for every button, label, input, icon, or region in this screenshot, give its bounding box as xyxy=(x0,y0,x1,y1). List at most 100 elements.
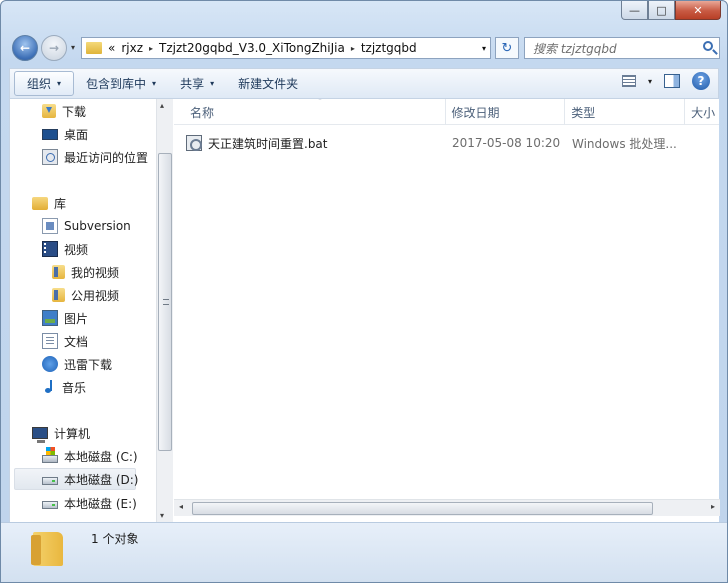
refresh-button[interactable]: ↻ xyxy=(495,37,519,59)
sidebar-item-label: 计算机 xyxy=(54,426,91,441)
sidebar-item-thunder-downloads[interactable]: 迅雷下载 xyxy=(42,353,112,375)
column-header-size[interactable]: 大小 xyxy=(685,99,719,125)
maximize-button[interactable]: □ xyxy=(648,1,675,20)
navigation-pane-scrollbar[interactable]: ▴ ▾ xyxy=(156,99,173,522)
sidebar-item-desktop[interactable]: 桌面 xyxy=(42,123,88,145)
new-folder-label: 新建文件夹 xyxy=(238,77,299,91)
sidebar-item-public-videos[interactable]: 公用视频 xyxy=(52,284,119,306)
breadcrumb-item-rjxz[interactable]: rjxz xyxy=(121,41,143,55)
sidebar-item-computer[interactable]: 计算机 xyxy=(32,422,90,444)
preview-pane-icon[interactable] xyxy=(664,74,680,88)
scrollbar-thumb[interactable] xyxy=(158,153,172,451)
sidebar-item-videos[interactable]: 视频 xyxy=(42,238,88,260)
recent-pages-dropdown[interactable]: ▾ xyxy=(71,43,75,52)
sidebar-item-subversion[interactable]: Subversion xyxy=(42,215,131,237)
file-modified-date: 2017-05-08 10:20 xyxy=(452,136,561,150)
subversion-icon xyxy=(42,218,58,234)
sidebar-item-drive-c[interactable]: 本地磁盘 (C:) xyxy=(42,445,138,467)
include-in-library-button[interactable]: 包含到库中 ▾ xyxy=(74,71,168,96)
column-header-label: 修改日期 xyxy=(451,105,500,120)
sidebar-item-my-videos[interactable]: 我的视频 xyxy=(52,261,119,283)
sidebar-item-label: 音乐 xyxy=(62,380,87,395)
sidebar-item-label: 本地磁盘 (C:) xyxy=(64,449,138,464)
scrollbar-thumb[interactable] xyxy=(192,502,653,515)
pictures-icon xyxy=(42,310,58,326)
sidebar-item-label: 我的视频 xyxy=(71,265,120,280)
file-row[interactable]: 天正建筑时间重置.bat 2017-05-08 10:20 Windows 批处… xyxy=(186,132,677,154)
caption-buttons: — □ ✕ xyxy=(621,1,721,20)
navigation-bar: ← → ▾ « rjxz ▸ Tzjzt20gqbd_V3.0_XiTongZh… xyxy=(11,33,720,63)
change-view-icon[interactable] xyxy=(621,75,636,87)
sidebar-item-documents[interactable]: 文档 xyxy=(42,330,88,352)
column-header-date-modified[interactable]: 修改日期 xyxy=(446,99,566,125)
forward-button[interactable]: → xyxy=(41,35,67,61)
chevron-down-icon: ▾ xyxy=(57,79,62,88)
sidebar-item-label: 公用视频 xyxy=(71,288,120,303)
back-button[interactable]: ← xyxy=(12,35,38,61)
close-button[interactable]: ✕ xyxy=(675,1,721,20)
search-placeholder: 搜索 tzjztgqbd xyxy=(533,41,617,56)
sidebar-item-music[interactable]: 音乐 xyxy=(42,376,86,398)
scroll-up-arrow[interactable]: ▴ xyxy=(160,101,164,110)
sidebar-item-label: 图片 xyxy=(64,311,89,326)
video-folder-icon xyxy=(52,265,65,279)
sidebar-item-drive-e[interactable]: 本地磁盘 (E:) xyxy=(42,492,137,514)
download-folder-icon xyxy=(42,104,56,118)
search-icon[interactable] xyxy=(703,41,713,51)
address-bar[interactable]: « rjxz ▸ Tzjzt20gqbd_V3.0_XiTongZhiJia ▸… xyxy=(81,37,491,59)
scroll-down-arrow[interactable]: ▾ xyxy=(160,511,164,520)
back-arrow-icon: ← xyxy=(19,41,31,55)
breadcrumb-item-tzjzt20gqbd[interactable]: Tzjzt20gqbd_V3.0_XiTongZhiJia xyxy=(159,41,345,55)
command-toolbar: 组织 ▾ 包含到库中 ▾ 共享 ▾ 新建文件夹 ▾ ? xyxy=(9,68,719,99)
column-header-name[interactable]: 名称 ˄ xyxy=(174,99,446,125)
sidebar-item-label: 文档 xyxy=(64,334,89,349)
sidebar-item-label: 本地磁盘 (E:) xyxy=(64,496,137,511)
toolbar-right: ▾ ? xyxy=(621,72,710,90)
library-icon xyxy=(32,196,48,210)
details-pane: 1 个对象 xyxy=(1,522,727,582)
item-count: 1 个对象 xyxy=(91,532,139,546)
batch-file-icon xyxy=(186,135,202,151)
sidebar-item-recent-places[interactable]: 最近访问的位置 xyxy=(42,146,148,168)
chevron-down-icon: ▾ xyxy=(210,79,215,88)
file-list-horizontal-scrollbar[interactable]: ◂ ▸ xyxy=(174,499,720,516)
scrollbar-grip xyxy=(163,299,169,305)
sidebar-item-downloads[interactable]: 下载 xyxy=(42,100,86,122)
organize-button[interactable]: 组织 ▾ xyxy=(14,71,75,96)
search-input[interactable]: 搜索 tzjztgqbd xyxy=(524,37,720,59)
sidebar-item-label: 迅雷下载 xyxy=(64,357,113,372)
breadcrumb-separator[interactable]: ▸ xyxy=(149,44,153,53)
breadcrumb-item-tzjztgqbd[interactable]: tzjztgqbd xyxy=(361,41,417,55)
new-folder-button[interactable]: 新建文件夹 xyxy=(226,71,310,96)
drive-icon xyxy=(42,477,58,485)
share-button[interactable]: 共享 ▾ xyxy=(168,71,226,96)
sidebar-item-pictures[interactable]: 图片 xyxy=(42,307,88,329)
view-options-dropdown[interactable]: ▾ xyxy=(648,77,652,86)
scroll-right-arrow[interactable]: ▸ xyxy=(711,502,715,511)
organize-label: 组织 xyxy=(27,77,52,91)
help-icon[interactable]: ? xyxy=(692,72,710,90)
video-icon xyxy=(42,241,58,257)
minimize-button[interactable]: — xyxy=(621,1,648,20)
explorer-window: — □ ✕ ← → ▾ « rjxz ▸ Tzjzt20gqbd_V3.0_Xi… xyxy=(0,0,728,583)
sort-ascending-icon: ˄ xyxy=(318,99,322,106)
drive-icon xyxy=(42,501,58,509)
thunder-icon xyxy=(42,356,58,372)
scroll-left-arrow[interactable]: ◂ xyxy=(179,502,183,511)
address-history-dropdown[interactable]: ▾ xyxy=(482,44,486,53)
column-header-type[interactable]: 类型 xyxy=(565,99,686,125)
breadcrumb-overflow[interactable]: « xyxy=(108,41,115,55)
recent-places-icon xyxy=(42,149,58,165)
sidebar-item-label: 本地磁盘 (D:) xyxy=(64,472,139,487)
include-in-library-label: 包含到库中 xyxy=(86,77,147,91)
sidebar-item-libraries[interactable]: 库 xyxy=(32,192,66,214)
column-headers: 名称 ˄ 修改日期 类型 大小 xyxy=(174,99,719,125)
folder-icon xyxy=(31,532,63,566)
breadcrumb-separator[interactable]: ▸ xyxy=(351,44,355,53)
file-type: Windows 批处理... xyxy=(572,136,677,151)
sidebar-item-label: 下载 xyxy=(62,104,87,119)
file-list-pane: 名称 ˄ 修改日期 类型 大小 天正建筑时间重置.bat 2017-05-08 1… xyxy=(174,99,720,522)
sidebar-item-drive-d[interactable]: 本地磁盘 (D:) xyxy=(14,468,139,490)
sidebar-item-label: Subversion xyxy=(64,219,131,233)
file-name: 天正建筑时间重置.bat xyxy=(208,136,328,151)
